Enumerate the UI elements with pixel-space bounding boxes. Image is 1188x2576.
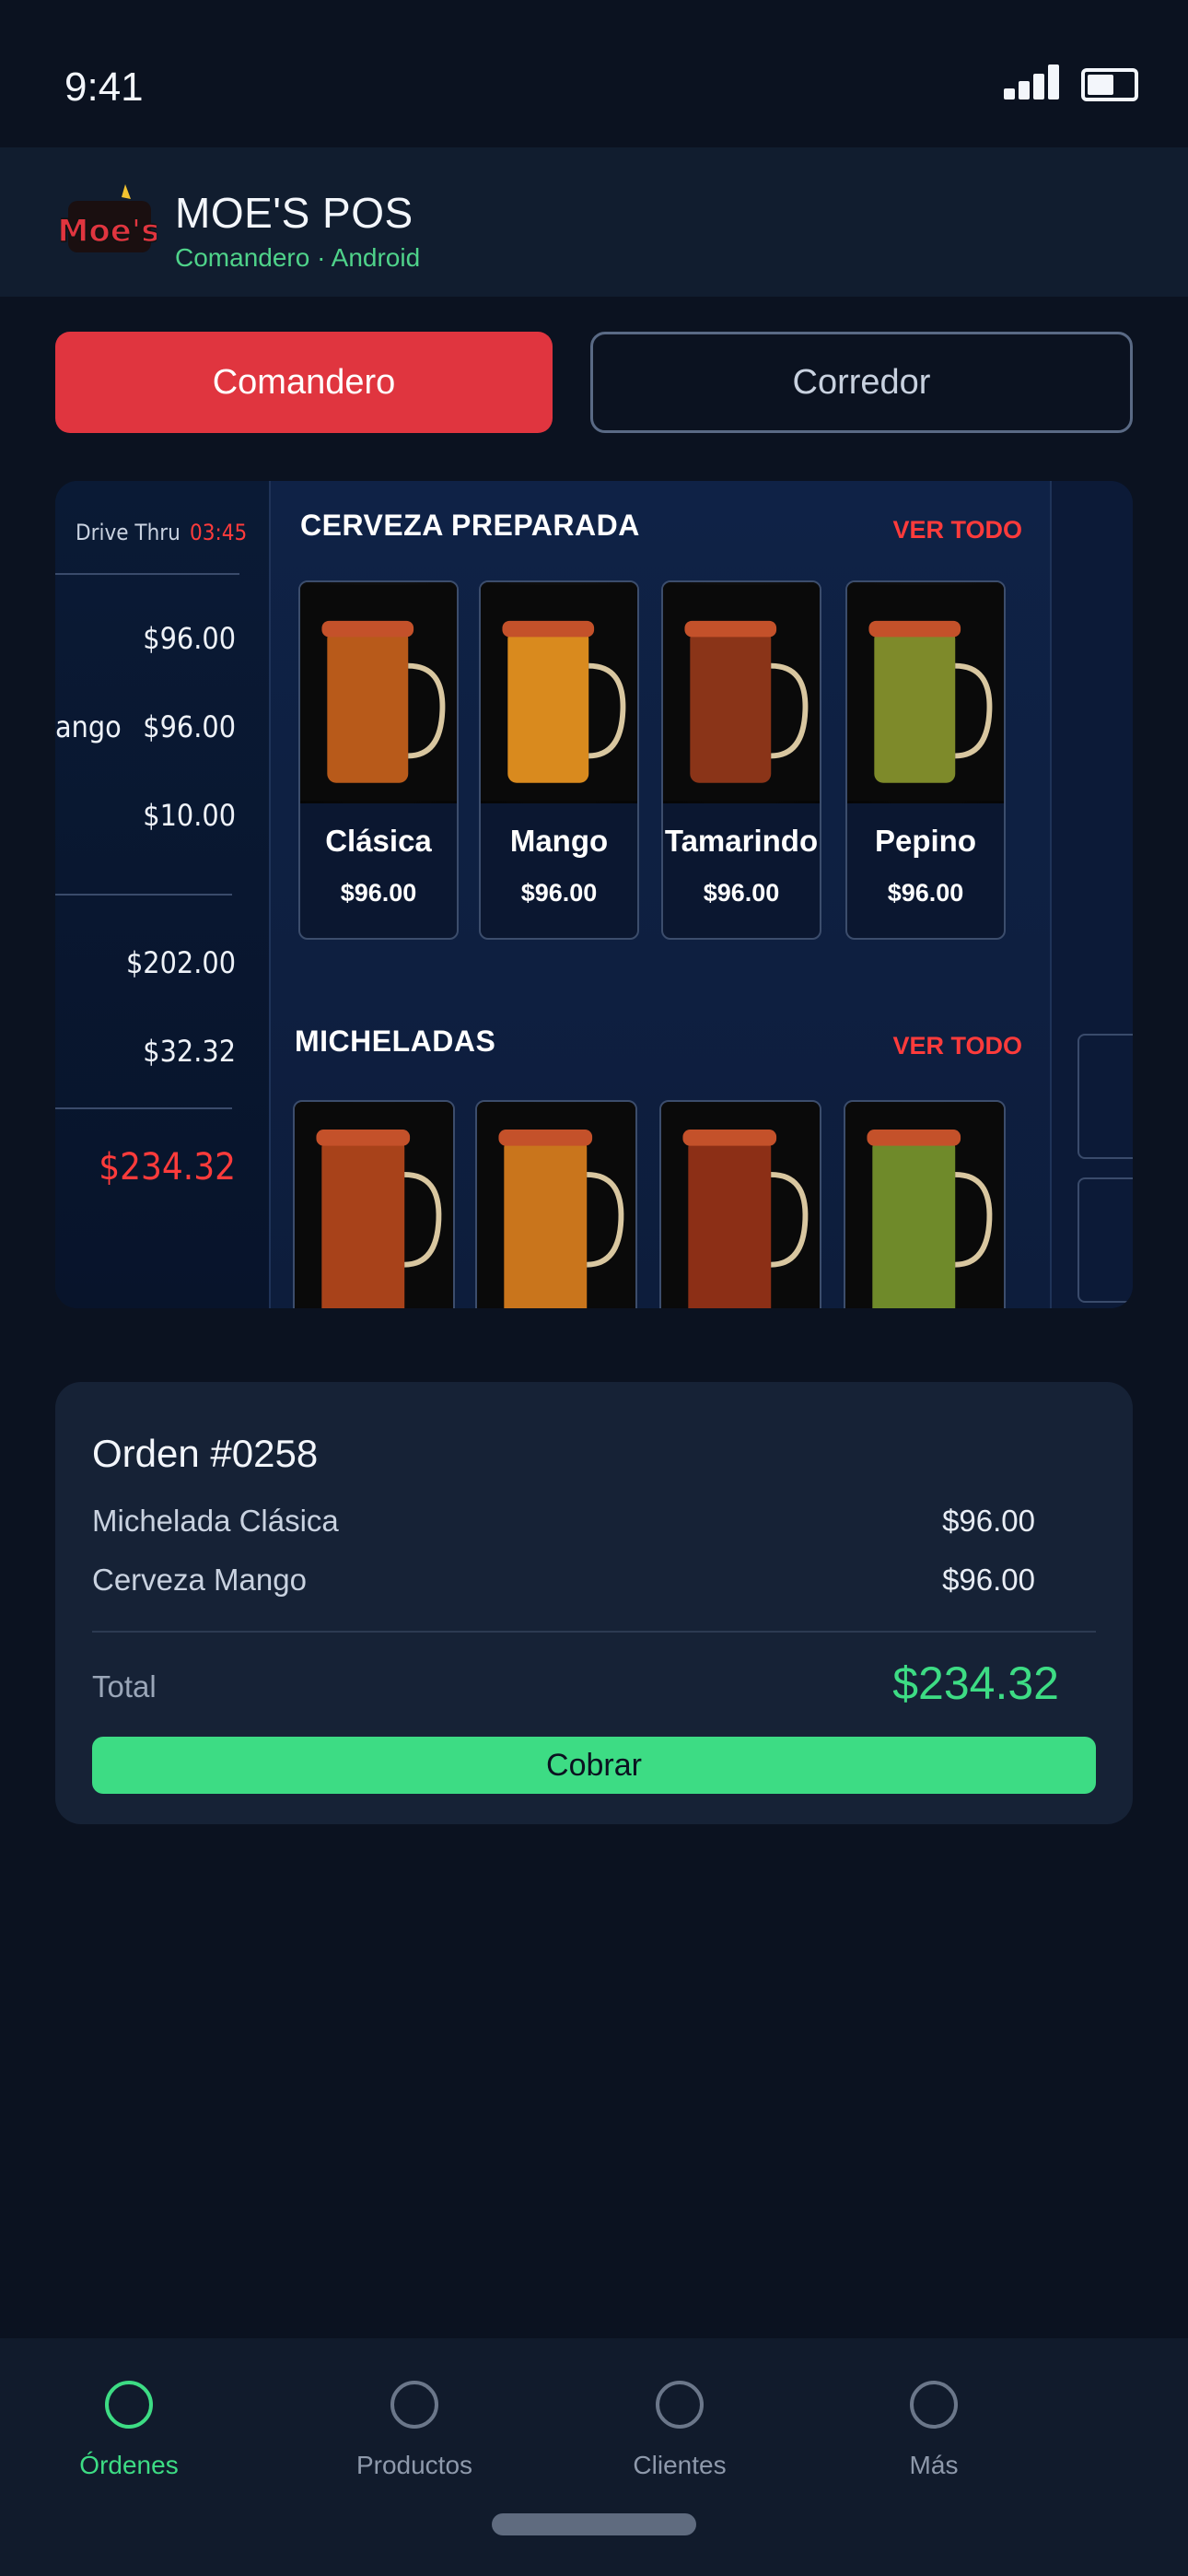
ver-todo-link[interactable]: VER TODO [892, 516, 1022, 544]
moes-logo: Moe's [61, 184, 157, 252]
corredor-button[interactable]: Corredor [590, 332, 1133, 433]
category-tab[interactable] [1077, 1177, 1133, 1303]
drink-fill [690, 629, 772, 783]
cobrar-button[interactable]: Cobrar [92, 1737, 1096, 1794]
nav-tab-ordenes[interactable]: Órdenes [28, 2381, 230, 2491]
subtotal-value: $202.00 [125, 945, 236, 980]
product-card[interactable] [844, 1100, 1006, 1308]
drink-fill [327, 629, 409, 783]
tax-value: $32.32 [143, 1034, 236, 1069]
drink-image [847, 582, 1004, 803]
nav-label: Más [909, 2451, 959, 2479]
circle-icon [910, 2381, 958, 2429]
line-price: $10.00 [143, 798, 236, 833]
order-item-price: $96.00 [942, 1504, 1035, 1538]
order-item-name: Michelada Clásica [92, 1504, 339, 1538]
circle-icon [105, 2381, 153, 2429]
status-time: 9:41 [64, 64, 144, 110]
total-value: $234.32 [892, 1657, 1059, 1709]
summary-total: $234.32 [99, 1146, 236, 1188]
app-header: Moe's MOE'S POS Comandero · Android [0, 147, 1188, 297]
product-grid: CERVEZA PREPARADA VER TODO Clásica $96.0… [269, 481, 1059, 1308]
nav-label: Clientes [633, 2451, 727, 2479]
order-title: Orden #0258 [92, 1432, 319, 1475]
order-card: Orden #0258 Michelada Clásica $96.00 Cer… [55, 1382, 1133, 1824]
circle-icon [390, 2381, 438, 2429]
drink-fill [688, 1138, 772, 1308]
product-card[interactable] [293, 1100, 455, 1308]
product-card[interactable]: Clásica $96.00 [298, 580, 459, 940]
drink-image [663, 582, 820, 803]
circle-icon [656, 2381, 704, 2429]
product-card[interactable]: Tamarindo $96.00 [661, 580, 821, 940]
section-title: CERVEZA PREPARADA [300, 509, 640, 542]
drive-thru-label: Drive Thru [76, 520, 181, 545]
product-price: $96.00 [520, 879, 598, 907]
order-item-name: Cerveza Mango [92, 1563, 307, 1597]
drink-fill [321, 1138, 405, 1308]
drink-fill [874, 629, 956, 783]
divider [92, 1631, 1096, 1633]
app-title: MOE'S POS [175, 189, 413, 237]
category-tab[interactable] [1077, 1034, 1133, 1159]
product-card[interactable]: Mango $96.00 [479, 580, 639, 940]
cellular-signal-icon [1004, 64, 1061, 100]
product-name: Mango [509, 824, 609, 858]
battery-icon [1081, 68, 1138, 101]
order-summary-pane: Drive Thru 03:45 $96.00 ango $96.00 $10.… [55, 481, 276, 1308]
section-title: MICHELADAS [295, 1025, 496, 1058]
nav-label: Productos [355, 2451, 473, 2479]
drink-fill [872, 1138, 956, 1308]
home-indicator[interactable] [492, 2513, 696, 2535]
product-card[interactable] [659, 1100, 821, 1308]
nav-tab-clientes[interactable]: Clientes [578, 2381, 781, 2491]
product-price: $96.00 [887, 879, 964, 907]
line-price: $96.00 [143, 621, 236, 656]
app-subtitle: Comandero · Android [175, 243, 421, 272]
order-timer: 03:45 [190, 520, 248, 545]
product-card[interactable]: Pepino $96.00 [845, 580, 1006, 940]
drink-image [481, 582, 637, 803]
line-price: $96.00 [143, 709, 236, 744]
svg-text:Moe's: Moe's [61, 213, 157, 250]
drink-fill [507, 629, 589, 783]
drink-image [300, 582, 457, 803]
product-price: $96.00 [340, 879, 417, 907]
nav-label: Órdenes [79, 2451, 179, 2479]
drink-fill [504, 1138, 588, 1308]
ver-todo-link[interactable]: VER TODO [892, 1032, 1022, 1060]
menu-preview: Drive Thru 03:45 $96.00 ango $96.00 $10.… [55, 481, 1133, 1308]
nav-tab-productos[interactable]: Productos [313, 2381, 516, 2491]
nav-tab-mas[interactable]: Más [833, 2381, 1035, 2491]
order-item-price: $96.00 [942, 1563, 1035, 1597]
category-strip [1050, 481, 1133, 1308]
total-label: Total [92, 1669, 157, 1704]
product-card[interactable] [475, 1100, 637, 1308]
bottom-nav: Órdenes Productos Clientes Más [0, 2338, 1188, 2576]
product-name: Clásica [325, 824, 432, 858]
line-item-name: ango [55, 709, 122, 744]
product-name: Tamarindo [664, 824, 819, 858]
product-price: $96.00 [703, 879, 780, 907]
product-name: Pepino [874, 824, 976, 858]
comandero-button[interactable]: Comandero [55, 332, 553, 433]
